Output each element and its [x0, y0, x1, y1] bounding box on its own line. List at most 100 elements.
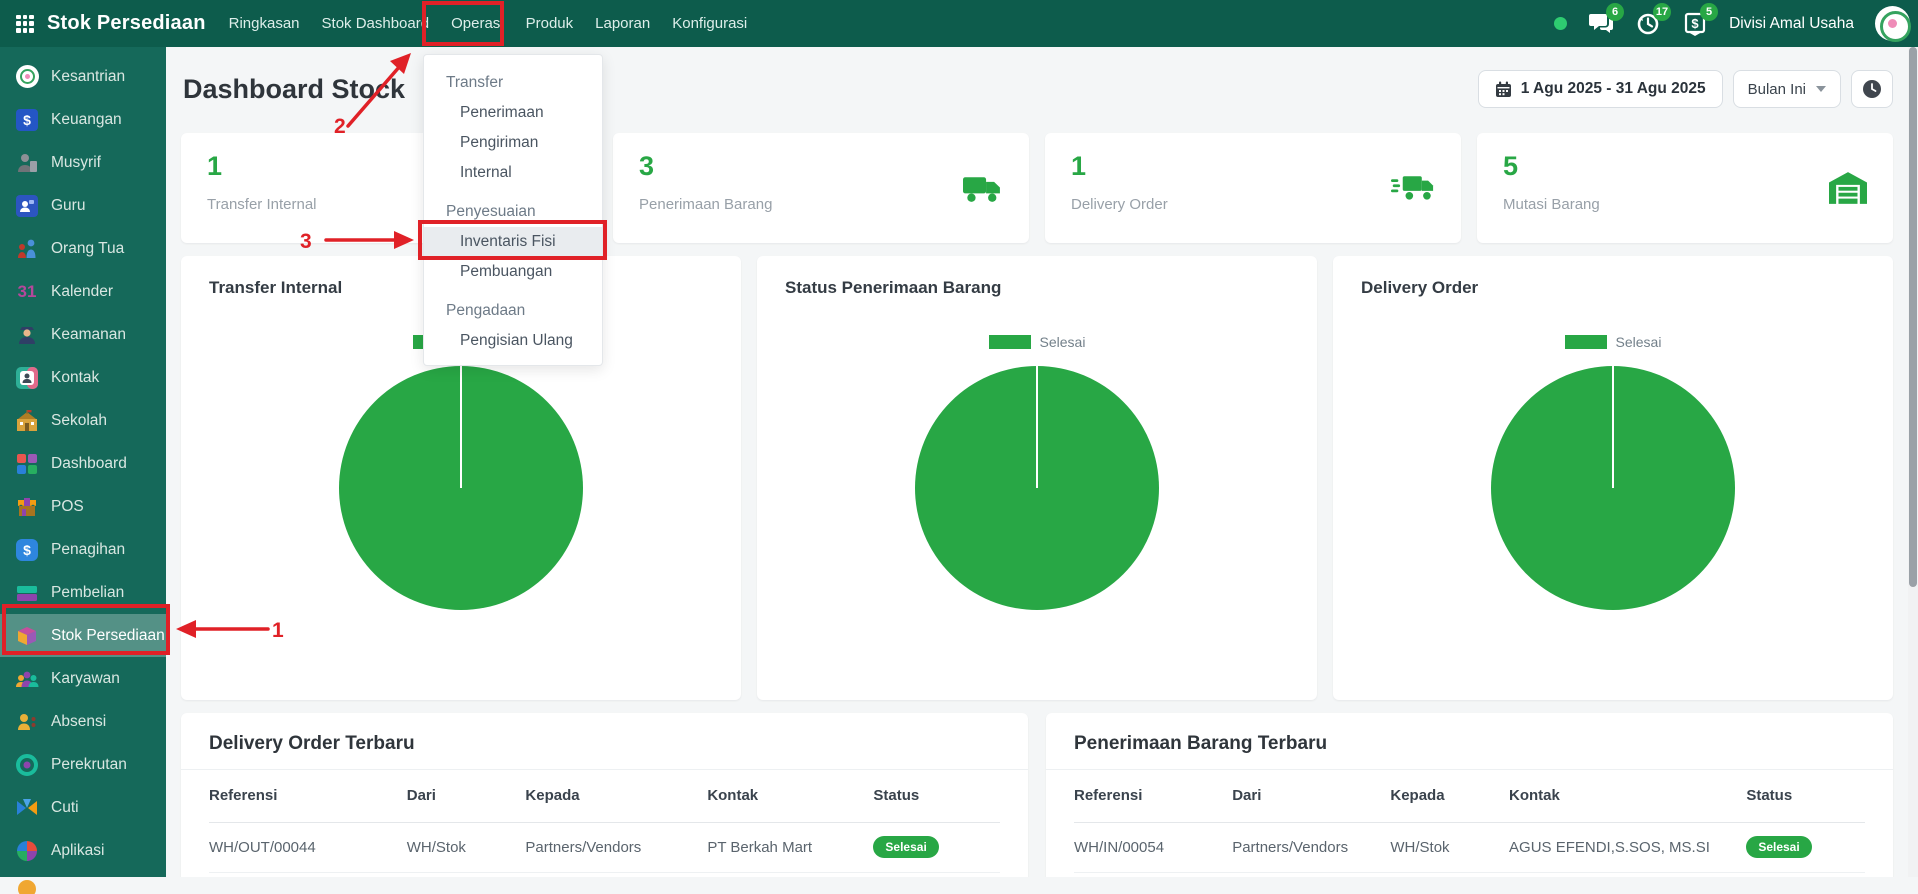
col-kepada: Kepada — [1390, 770, 1509, 822]
pie-chart-delivery-order[interactable] — [1491, 366, 1735, 610]
calendar-icon — [1495, 81, 1512, 98]
cell-status: Selesai — [873, 822, 1000, 872]
cell-kontak: PT Berkah Mart — [707, 822, 873, 872]
dropdown-section-pengadaan: Pengadaan — [424, 296, 602, 326]
date-range-label: 1 Agu 2025 - 31 Agu 2025 — [1521, 80, 1706, 98]
sidebar-item-perekrutan[interactable]: Perekrutan — [0, 743, 166, 786]
sidebar-item-musyrif[interactable]: Musyrif — [0, 141, 166, 184]
finance-badge: 5 — [1700, 3, 1718, 21]
table-row[interactable]: WH/OUT/00044 WH/Stok Partners/Vendors PT… — [209, 822, 1000, 872]
sidebar-item-kalender[interactable]: 31 Kalender — [0, 270, 166, 313]
sidebar-item-aplikasi[interactable]: Aplikasi — [0, 829, 166, 872]
chart-title: Status Penerimaan Barang — [785, 278, 1317, 298]
top-navbar: Stok Persediaan Ringkasan Stok Dashboard… — [0, 0, 1918, 47]
sidebar-item-cuti[interactable]: Cuti — [0, 786, 166, 829]
stat-card-mutasi-barang[interactable]: 5 Mutasi Barang — [1477, 133, 1893, 243]
sidebar-item-pos[interactable]: POS — [0, 485, 166, 528]
nav-item-laporan[interactable]: Laporan — [584, 0, 661, 47]
chart-title: Delivery Order — [1361, 278, 1893, 298]
table-card-penerimaan-barang-terbaru: Penerimaan Barang Terbaru Referensi Dari… — [1046, 713, 1893, 877]
nav-item-produk[interactable]: Produk — [515, 0, 585, 47]
security-guard-icon — [15, 323, 39, 347]
dropdown-item-internal[interactable]: Internal — [424, 158, 602, 188]
sidebar-item-kesantrian[interactable]: Kesantrian — [0, 55, 166, 98]
tables-row: Delivery Order Terbaru Referensi Dari Ke… — [181, 713, 1893, 877]
finance-button[interactable]: $ 5 — [1682, 11, 1708, 37]
messages-button[interactable]: 6 — [1588, 11, 1614, 37]
nav-item-operasi[interactable]: Operasi — [440, 0, 515, 47]
user-avatar[interactable] — [1875, 6, 1910, 41]
dropdown-item-penerimaan[interactable]: Penerimaan — [424, 98, 602, 128]
stat-card-delivery-order[interactable]: 1 Delivery Order — [1045, 133, 1461, 243]
navbar-menu: Ringkasan Stok Dashboard Operasi Produk … — [218, 0, 759, 47]
sidebar-item-partial[interactable] — [0, 872, 166, 894]
table-header-row: Referensi Dari Kepada Kontak Status — [209, 770, 1000, 822]
header-controls: 1 Agu 2025 - 31 Agu 2025 Bulan Ini — [1478, 70, 1893, 108]
sidebar-item-sekolah[interactable]: Sekolah — [0, 399, 166, 442]
legend-swatch-selesai — [1565, 335, 1607, 349]
sidebar-item-karyawan[interactable]: Karyawan — [0, 657, 166, 700]
apps-pie-icon — [15, 839, 39, 863]
table-title: Penerimaan Barang Terbaru — [1046, 713, 1893, 770]
table-row[interactable]: WH/IN/00054 Partners/Vendors WH/Stok AGU… — [1074, 822, 1865, 872]
scrollbar-thumb[interactable] — [1909, 47, 1917, 587]
nav-item-konfigurasi[interactable]: Konfigurasi — [661, 0, 758, 47]
dropdown-item-pengiriman[interactable]: Pengiriman — [424, 128, 602, 158]
cell-kepada: Partners/Vendors — [525, 822, 707, 872]
legend-label: Selesai — [1616, 334, 1662, 350]
sidebar-item-stok-persediaan[interactable]: Stok Persediaan — [0, 614, 166, 657]
sidebar-item-keuangan[interactable]: $ Keuangan — [0, 98, 166, 141]
pie-chart-status-penerimaan[interactable] — [915, 366, 1159, 610]
apps-grid-icon[interactable] — [16, 15, 34, 33]
employees-group-icon — [15, 667, 39, 691]
stat-value: 5 — [1503, 153, 1867, 180]
time-button[interactable] — [1851, 70, 1893, 108]
status-badge: Selesai — [1746, 836, 1811, 858]
attendance-icon — [15, 710, 39, 734]
col-status: Status — [1746, 770, 1865, 822]
sidebar-item-kontak[interactable]: Kontak — [0, 356, 166, 399]
messages-badge: 6 — [1606, 3, 1624, 21]
stat-label: Penerimaan Barang — [639, 196, 1003, 213]
svg-text:$: $ — [1691, 16, 1699, 31]
sidebar-item-dashboard[interactable]: Dashboard — [0, 442, 166, 485]
sidebar-item-absensi[interactable]: Absensi — [0, 700, 166, 743]
dropdown-section-penyesuaian: Penyesuaian — [424, 197, 602, 227]
sidebar-item-keamanan[interactable]: Keamanan — [0, 313, 166, 356]
clock-icon — [1862, 79, 1882, 99]
sidebar-item-orang-tua[interactable]: Orang Tua — [0, 227, 166, 270]
warehouse-icon — [1829, 172, 1867, 204]
penerimaan-barang-table: Referensi Dari Kepada Kontak Status WH/I… — [1074, 770, 1865, 873]
cell-status: Selesai — [1746, 822, 1865, 872]
operasi-dropdown-menu: Transfer Penerimaan Pengiriman Internal … — [423, 54, 603, 366]
table-header-row: Referensi Dari Kepada Kontak Status — [1074, 770, 1865, 822]
cell-kepada: WH/Stok — [1390, 822, 1509, 872]
page-scrollbar[interactable] — [1908, 47, 1918, 877]
sidebar-item-guru[interactable]: Guru — [0, 184, 166, 227]
dropdown-item-pembuangan[interactable]: Pembuangan — [424, 257, 602, 287]
chart-legend[interactable]: Selesai — [1333, 334, 1893, 350]
app-brand[interactable]: Stok Persediaan — [47, 12, 206, 35]
pie-chart-transfer-internal[interactable] — [339, 366, 583, 610]
col-dari: Dari — [407, 770, 526, 822]
truck-fast-icon — [1391, 173, 1435, 203]
history-button[interactable]: 17 — [1635, 11, 1661, 37]
chart-legend[interactable]: Selesai — [757, 334, 1317, 350]
dropdown-item-inventaris-fisi[interactable]: Inventaris Fisi — [424, 227, 602, 257]
sidebar-item-penagihan[interactable]: $ Penagihan — [0, 528, 166, 571]
stat-card-penerimaan-barang[interactable]: 3 Penerimaan Barang — [613, 133, 1029, 243]
nav-item-ringkasan[interactable]: Ringkasan — [218, 0, 311, 47]
dropdown-section-transfer: Transfer — [424, 68, 602, 98]
nav-item-stok-dashboard[interactable]: Stok Dashboard — [311, 0, 441, 47]
sidebar-item-pembelian[interactable]: Pembelian — [0, 571, 166, 614]
cell-referensi: WH/OUT/00044 — [209, 822, 407, 872]
storefront-icon — [15, 495, 39, 519]
recruitment-icon — [15, 753, 39, 777]
division-label[interactable]: Divisi Amal Usaha — [1729, 15, 1854, 33]
dashboard-tiles-icon — [15, 452, 39, 476]
dropdown-item-pengisian-ulang[interactable]: Pengisian Ulang — [424, 326, 602, 356]
stat-value: 3 — [639, 153, 1003, 180]
date-range-button[interactable]: 1 Agu 2025 - 31 Agu 2025 — [1478, 70, 1723, 108]
period-select[interactable]: Bulan Ini — [1733, 70, 1841, 108]
chart-card-delivery-order: Delivery Order Selesai — [1333, 256, 1893, 700]
